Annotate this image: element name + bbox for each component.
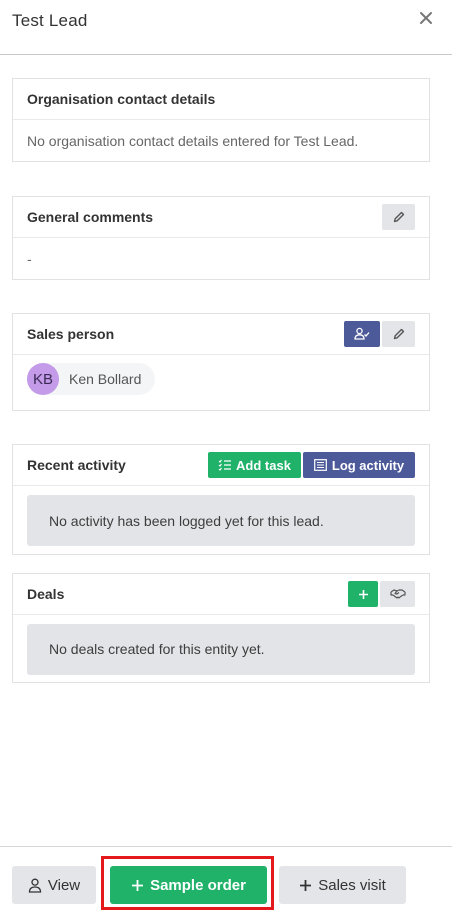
sales-person-card-header: Sales person [13,314,429,355]
deals-card-body: No deals created for this entity yet. [13,615,429,683]
close-icon[interactable] [418,10,434,26]
add-task-label: Add task [236,457,291,473]
add-task-button[interactable]: Add task [208,452,301,478]
sample-order-button[interactable]: Sample order [110,866,267,904]
user-icon [28,878,42,893]
sales-visit-label: Sales visit [318,876,386,894]
sales-person-card-body: KB Ken Bollard [13,355,429,403]
deals-empty-state: No deals created for this entity yet. [27,623,415,675]
sales-person-card-title: Sales person [27,326,115,342]
view-button[interactable]: View [12,866,96,904]
page-title: Test Lead [12,11,88,30]
footer-action-bar: View Sample order Sales visit [0,846,452,912]
pencil-icon [393,211,404,223]
organisation-card-body: No organisation contact details entered … [13,120,429,161]
sales-person-card: Sales person KB Ken Bollard [12,313,430,411]
sales-person-name: Ken Bollard [69,371,142,387]
comments-card-title: General comments [27,209,154,225]
pencil-icon [393,328,404,340]
log-activity-label: Log activity [331,457,405,473]
recent-activity-card-header: Recent activity Add task Log activity [13,445,429,486]
plus-icon [300,879,312,891]
comments-card-body: - [13,238,429,279]
task-list-icon [218,459,232,471]
view-label: View [47,876,81,894]
log-activity-button[interactable]: Log activity [303,452,415,478]
avatar: KB [27,363,59,395]
organisation-card-header: Organisation contact details [13,79,429,120]
deals-handshake-button[interactable] [380,581,415,607]
plus-icon [358,589,368,599]
organisation-card-title: Organisation contact details [27,91,216,107]
comments-text: - [27,250,32,267]
organisation-empty-text: No organisation contact details entered … [27,132,359,149]
user-check-icon [354,327,370,340]
handshake-icon [389,589,406,599]
comments-card: General comments - [12,196,430,280]
deals-empty-text: No deals created for this entity yet. [49,641,265,657]
sales-person-chip[interactable]: KB Ken Bollard [27,363,156,395]
edit-comments-button[interactable] [382,204,415,230]
edit-sales-person-button[interactable] [382,321,415,347]
list-icon [313,459,327,471]
deals-card: Deals No deals created for this entity y… [12,573,430,683]
deals-card-header: Deals [13,574,429,615]
panel-header: Test Lead [0,0,452,55]
activity-empty-text: No activity has been logged yet for this… [49,512,324,529]
comments-card-header: General comments [13,197,429,238]
plus-icon [132,879,144,891]
deals-card-title: Deals [27,586,65,602]
activity-empty-state: No activity has been logged yet for this… [27,495,415,546]
sample-order-label: Sample order [150,876,246,894]
sales-visit-button[interactable]: Sales visit [279,866,406,904]
assign-sales-person-button[interactable] [344,321,380,347]
recent-activity-card-title: Recent activity [27,457,126,473]
recent-activity-card-body: No activity has been logged yet for this… [13,486,429,555]
add-deal-button[interactable] [348,581,378,607]
organisation-card: Organisation contact details No organisa… [12,78,430,162]
recent-activity-card: Recent activity Add task Log activity No… [12,444,430,555]
